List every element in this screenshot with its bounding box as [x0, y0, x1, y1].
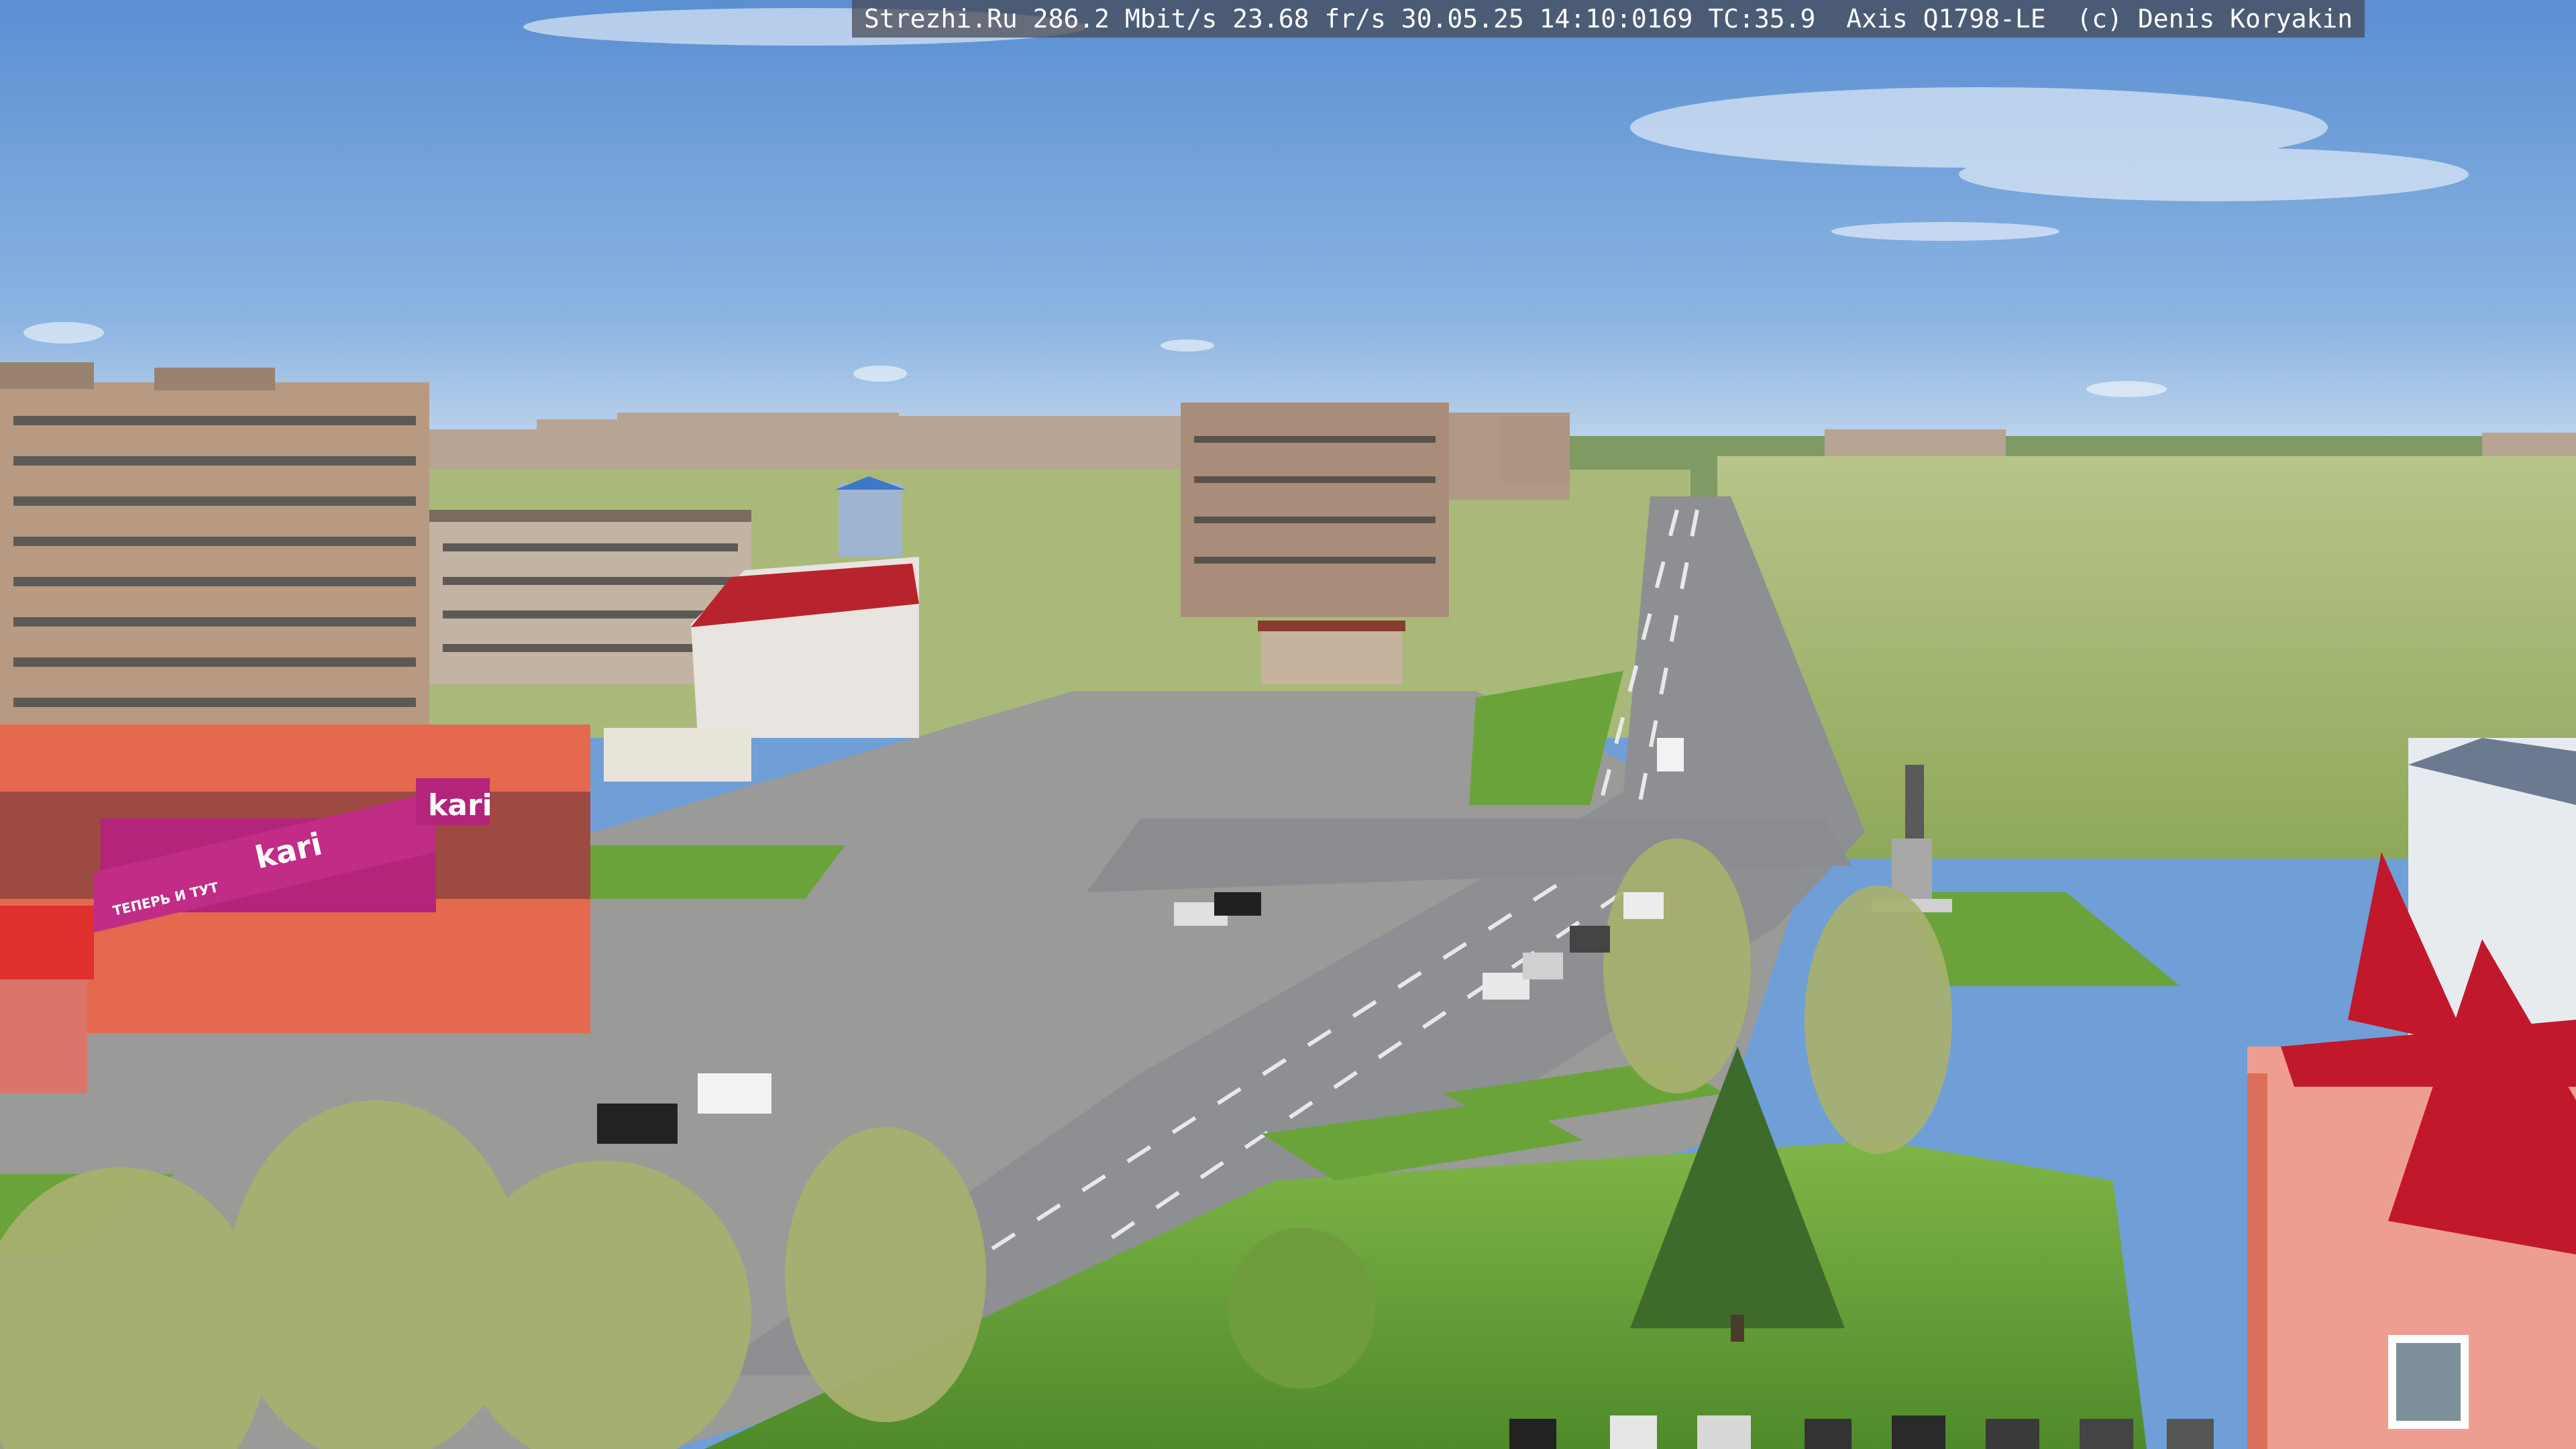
camera-overlay-text: Strezhi.Ru 286.2 Mbit/s 23.68 fr/s 30.05… [852, 0, 2365, 38]
kari-logo-roof: kari [428, 788, 492, 822]
shrub-tree [1228, 1228, 1375, 1389]
low-building [1261, 624, 1402, 684]
webcam-scene: kari kari ТЕПЕРЬ И ТУТ [0, 0, 2576, 1449]
kiosk [604, 728, 751, 782]
low-building-roof [1258, 621, 1405, 631]
apartment-block-left [0, 362, 429, 785]
lawn-square-left [557, 845, 845, 899]
